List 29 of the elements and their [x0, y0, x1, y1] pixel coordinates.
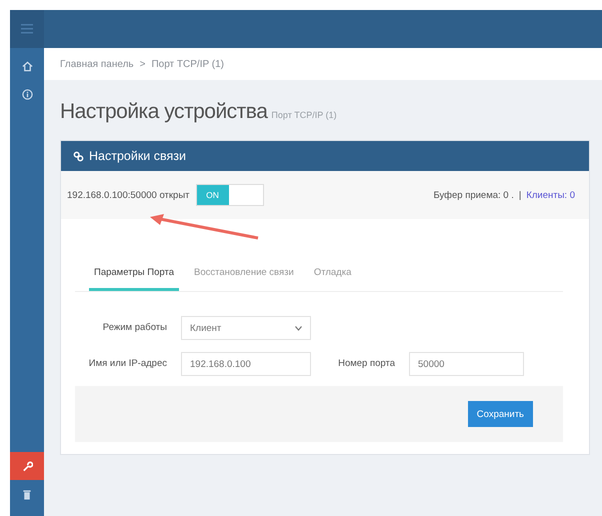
- field-label: Имя или IP-адрес: [88, 357, 167, 371]
- buffer-info: Буфер приема: 0 .: [434, 190, 514, 200]
- mode-dropdown[interactable]: Клиент: [181, 316, 311, 340]
- breadcrumb-link[interactable]: Главная панель: [60, 58, 134, 70]
- field-label: Номер порта: [337, 357, 395, 371]
- tab[interactable]: Восстановление связи: [189, 259, 299, 291]
- field-label: Режим работы: [102, 321, 167, 335]
- tab[interactable]: Параметры Порта: [89, 259, 179, 291]
- tab[interactable]: Отладка: [308, 259, 356, 291]
- wrench-icon: [22, 460, 32, 472]
- link-icon: [73, 150, 84, 162]
- input-field[interactable]: 192.168.0.100: [181, 352, 311, 376]
- home-icon: [22, 60, 32, 72]
- chevron-down-icon: [295, 326, 302, 330]
- page-subtitle: Порт TCP/IP (1): [271, 110, 337, 120]
- info-icon: [22, 88, 32, 100]
- connection-status: 192.168.0.100:50000 открыт: [67, 190, 190, 200]
- on-off-toggle[interactable]: ON: [196, 184, 264, 206]
- menu-icon: [21, 24, 33, 34]
- breadcrumb-link[interactable]: Порт TCP/IP (1): [151, 58, 224, 70]
- separator: |: [518, 190, 522, 200]
- trash-icon: [22, 488, 32, 500]
- breadcrumb-separator: >: [140, 58, 146, 70]
- sidebar-item[interactable]: [10, 452, 44, 480]
- input-field[interactable]: 50000: [409, 352, 524, 376]
- page-title: Настройка устройства: [60, 100, 268, 124]
- save-button[interactable]: Сохранить: [468, 401, 533, 427]
- panel-title: Настройки связи: [89, 149, 186, 163]
- clients-link[interactable]: Клиенты: 0: [526, 190, 575, 200]
